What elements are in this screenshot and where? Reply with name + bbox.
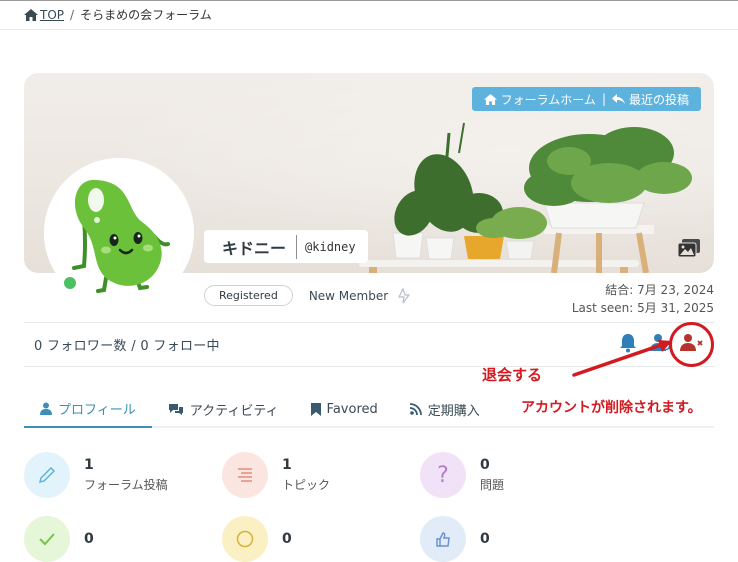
profile-meta-row: Registered New Member (204, 285, 411, 306)
stat-value: 0 (282, 531, 292, 547)
tab-activity-label: アクティビティ (189, 403, 279, 419)
stat-forum-posts: 1 フォーラム投稿 (24, 452, 168, 498)
home-icon (483, 93, 497, 105)
tab-profile-label: プロフィール (58, 402, 136, 418)
tab-subscriptions[interactable]: 定期購入 (394, 390, 496, 428)
stat-value: 0 (480, 457, 490, 473)
profile-name-card: キドニー @kidney (204, 230, 368, 263)
comments-icon (168, 403, 183, 415)
breadcrumb-home-label: TOP (40, 7, 65, 22)
stat-value: 0 (84, 531, 94, 547)
role-badge: Registered (204, 285, 293, 306)
rss-icon (409, 403, 422, 415)
bookmark-icon (310, 402, 321, 416)
recent-posts-link[interactable]: 最近の投稿 (611, 91, 689, 108)
tab-favored-label: Favored (326, 401, 378, 417)
withdraw-annotation: 退会する (482, 366, 543, 384)
tab-profile[interactable]: プロフィール (24, 390, 152, 428)
question-icon: ? (420, 452, 466, 498)
reply-icon (611, 93, 625, 104)
online-status-indicator (61, 274, 79, 292)
rank-star-icon (398, 287, 411, 303)
stat-likes: 0 (420, 516, 490, 562)
stat-value: 1 (84, 457, 94, 473)
breadcrumb: TOP / そらまめの会フォーラム (0, 0, 738, 30)
user-icon (40, 402, 52, 415)
stat-label: フォーラム投稿 (84, 478, 168, 492)
thumbs-icon (420, 516, 466, 562)
home-icon (24, 8, 38, 21)
image-gallery-icon (677, 239, 700, 258)
stat-label: トピック (282, 478, 331, 492)
pencil-icon (24, 452, 70, 498)
stat-label: 問題 (480, 478, 505, 492)
tab-activity[interactable]: アクティビティ (152, 390, 295, 428)
joined-date: 結合: 7月 23, 2024 (605, 283, 714, 297)
follow-counts: 0 フォロワー数 / 0 フォロー中 (34, 339, 220, 354)
tab-subscriptions-label: 定期購入 (427, 403, 480, 419)
forum-nav-bar: フォーラムホーム | 最近の投稿 (471, 87, 701, 111)
forum-home-label: フォーラムホーム (500, 92, 596, 107)
breadcrumb-separator: / (70, 7, 75, 22)
stat-value: 1 (282, 457, 292, 473)
breadcrumb-current: そらまめの会フォーラム (80, 8, 212, 22)
user-handle: @kidney (305, 239, 356, 254)
change-cover-button[interactable] (677, 239, 700, 261)
member-rank: New Member (308, 287, 411, 304)
check-icon (24, 516, 70, 562)
profile-dates: 結合: 7月 23, 2024 Last seen: 5月 31, 2025 (572, 281, 714, 317)
stat-answers: 0 (24, 516, 94, 562)
forum-home-link[interactable]: フォーラムホーム (483, 91, 596, 108)
member-rank-label: New Member (308, 288, 389, 303)
stat-questions: ? 0 問題 (420, 452, 504, 498)
stat-topics: 1 トピック (222, 452, 330, 498)
align-icon (222, 452, 268, 498)
breadcrumb-home-link[interactable]: TOP (24, 8, 64, 22)
recent-posts-label: 最近の投稿 (628, 92, 689, 107)
tab-favored[interactable]: Favored (295, 390, 394, 428)
stat-value: 0 (480, 531, 490, 547)
name-divider (296, 234, 298, 259)
annotation-arrow (572, 340, 672, 377)
nav-separator: | (601, 92, 606, 106)
last-seen-date: Last seen: 5月 31, 2025 (571, 301, 714, 315)
display-name: キドニー (222, 238, 287, 258)
smile-icon (222, 516, 268, 562)
profile-tabs: プロフィール アクティビティ Favored 定期購入 (24, 390, 714, 428)
stat-reactions: 0 (222, 516, 292, 562)
